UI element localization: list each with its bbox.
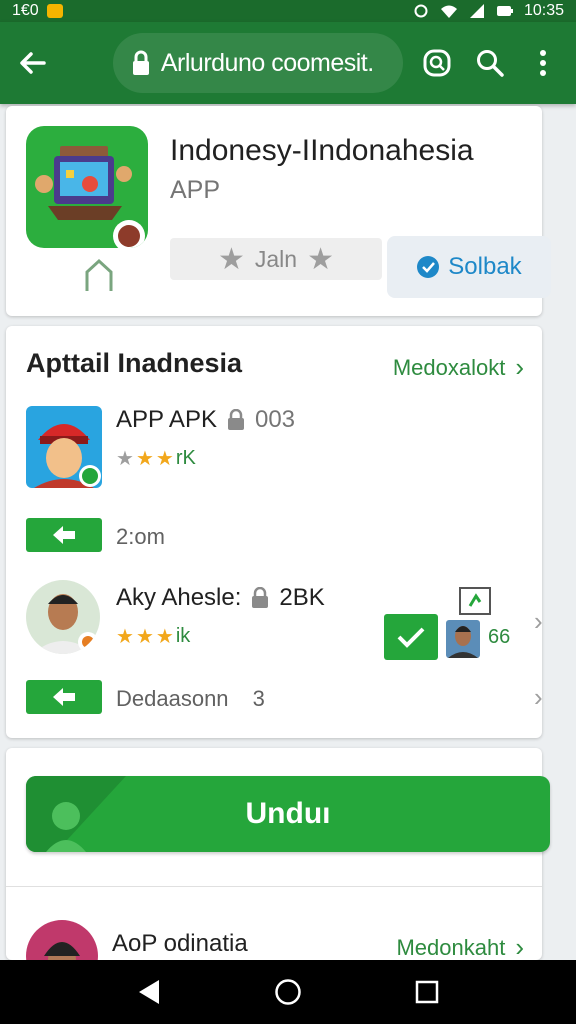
check-circle-icon [417,256,440,278]
section-more-link[interactable]: Medoxalokt › [393,352,524,383]
unduh-button[interactable]: Unduı [26,776,550,852]
url-bar[interactable]: Arlurduno coomesit. [112,33,404,93]
lock-icon [252,587,269,608]
overflow-menu-button[interactable] [523,41,562,85]
download-button[interactable] [26,680,102,714]
app-header-card: Indonesy-IIndonahesia APP ★ Jaln ★ Solba… [6,106,551,316]
back-button[interactable] [14,41,53,85]
system-nav-bar [0,960,576,1024]
search-button[interactable] [470,41,509,85]
star-icon: ★ [155,448,174,470]
item-avatar[interactable] [26,580,100,654]
mini-avatar [446,620,480,658]
nav-recents-button[interactable] [407,972,447,1012]
bottom-more-label: Medonkaht [396,934,506,960]
star-icon: ★ [116,448,134,470]
tab-search-icon [423,49,451,77]
item-meta: 2BK [279,584,325,611]
lock-icon [227,409,244,430]
app-title: Indonesy-IIndonahesia [170,134,474,167]
app-icon[interactable] [26,126,148,248]
battery-icon [496,6,513,16]
document-icon [459,587,491,615]
item-rating: ★ ★ ★ ik [116,624,190,649]
star-icon: ★ [135,448,154,470]
lock-icon [132,50,149,75]
notification-icon [46,4,63,18]
check-icon [397,627,425,648]
avatar-cartoon-icon [26,406,102,488]
url-text: Arlurduno coomesit. [160,48,374,77]
download-card: Unduı AoP odinatia Medonkaht › [6,748,550,992]
item-action-count: 3 [252,686,265,711]
chevron-right-icon: › [515,352,524,382]
search-icon [476,50,504,77]
overflow-menu-icon [539,50,546,76]
rating-pill[interactable]: ★ Jaln ★ [170,238,382,280]
star-icon: ★ [217,242,245,276]
chevron-right-icon[interactable]: › [534,606,543,637]
wifi-icon [440,5,457,18]
unduh-label: Unduı [245,797,331,830]
section-card: Apttail Inadnesia Medoxalokt › APP APK 0… [6,326,543,738]
section-title: Apttail Inadnesia [26,348,243,378]
item-title: APP APK 003 [116,406,295,434]
item-title-text: Aky Ahesle: [116,584,242,611]
item-rating: ★ ★ ★ rK [116,446,196,471]
item-avatar[interactable] [26,406,102,488]
item-title: Aky Ahesle: 2BK [116,584,325,612]
star-icon: ★ [155,626,174,648]
item-action-label: Dedaasonn [116,686,229,711]
item-meta: 003 [254,406,296,433]
download-arrow-icon [53,526,75,544]
item-action-text: Dedaasonn 3 [116,686,265,712]
installed-check-button[interactable] [384,614,438,660]
signal-icon [469,4,484,18]
bottom-more-link[interactable]: Medonkaht › [396,932,524,963]
nav-back-button[interactable] [129,972,169,1012]
alarm-icon [414,4,428,18]
app-illustration-icon [35,146,145,248]
item-title-text: APP APK [116,406,217,433]
nav-home-button[interactable] [268,972,308,1012]
bottom-item-title: AoP odinatia [112,930,248,957]
rating-suffix: ik [175,625,191,647]
nav-home-icon [275,979,301,1005]
nav-recents-icon [415,980,438,1004]
item-action-text: 2:om [116,524,165,549]
avatar-photo-icon [26,580,100,654]
back-arrow-icon [20,52,47,74]
chevron-right-icon[interactable]: › [534,682,543,713]
solbak-button[interactable]: Solbak [387,236,551,298]
download-arrow-icon [53,688,75,706]
star-icon: ★ [116,626,134,648]
mini-avatar-photo-icon [446,620,480,658]
solbak-label: Solbak [448,253,522,280]
rating-label: Jaln [254,245,298,272]
nav-back-icon [139,980,160,1004]
app-subtitle: APP [170,176,221,204]
tab-search-button[interactable] [417,41,456,85]
rating-suffix: rK [175,447,196,469]
chevron-right-icon: › [515,932,524,962]
star-icon: ★ [135,626,154,648]
star-icon: ★ [307,242,334,276]
status-bar: 1€0 10:35 [0,0,576,22]
banner-art-icon [26,776,126,852]
house-icon [85,258,113,291]
status-left-text: 1€0 [12,2,39,19]
side-count: 66 [488,626,511,648]
status-time: 10:35 [523,2,564,19]
divider [6,886,542,887]
app-bar: Arlurduno coomesit. [0,22,576,104]
download-button[interactable] [26,518,102,552]
section-more-label: Medoxalokt [392,354,506,380]
